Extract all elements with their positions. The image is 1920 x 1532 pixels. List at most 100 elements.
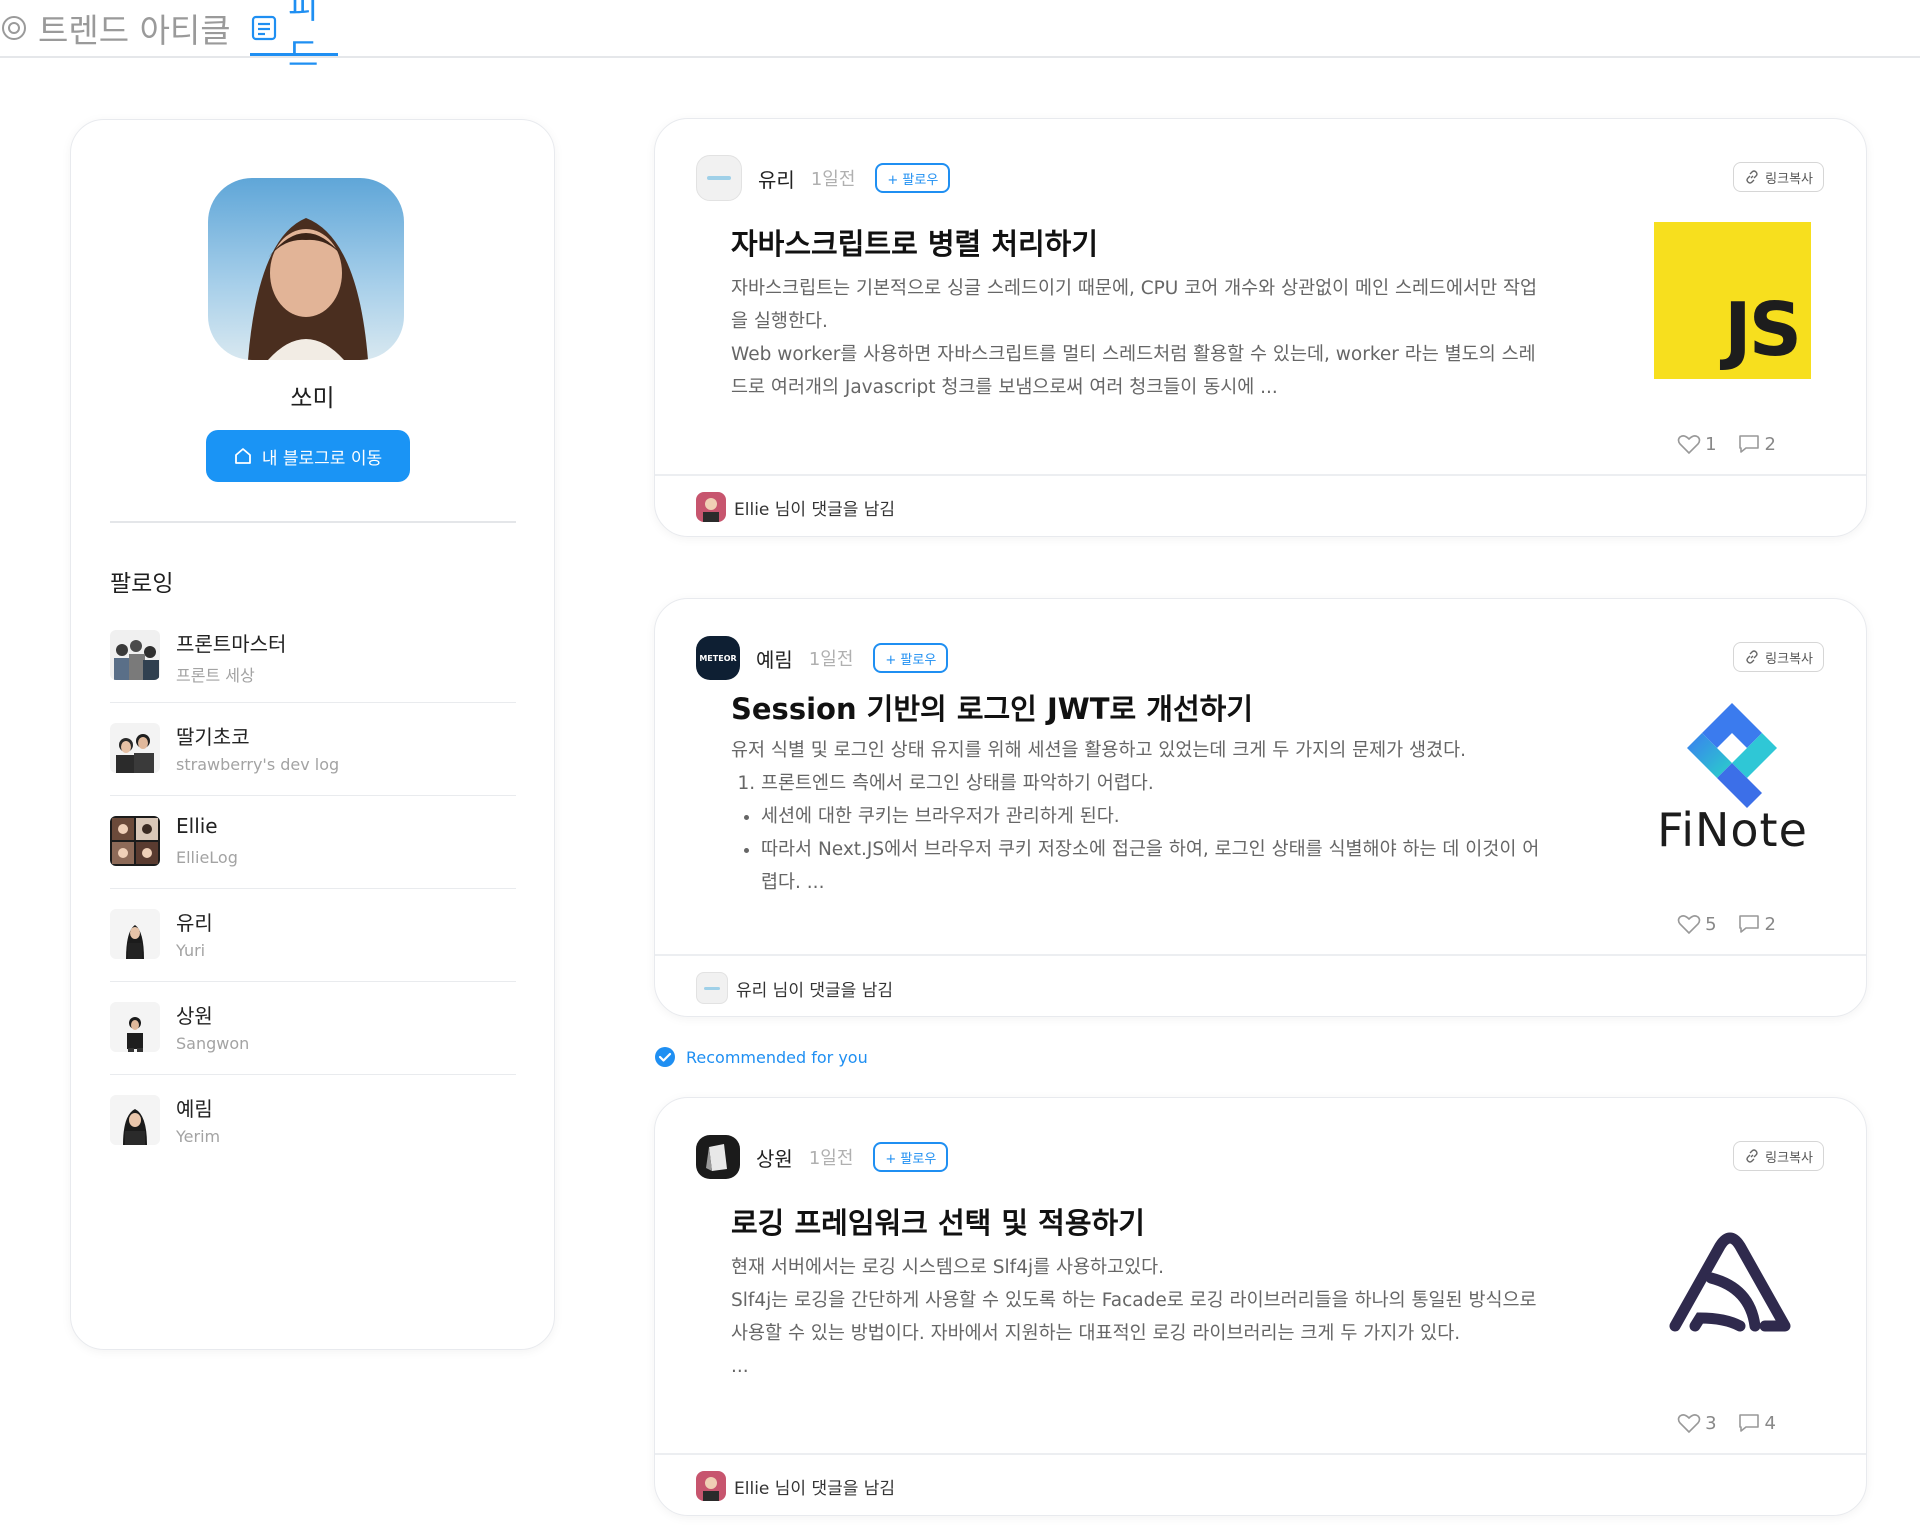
post-divider bbox=[655, 474, 1866, 476]
following-item[interactable]: 프론트마스터 프론트 세상 bbox=[110, 610, 516, 703]
js-logo-text: JS bbox=[1724, 287, 1802, 373]
following-name: 예림 bbox=[176, 1097, 213, 1121]
following-item[interactable]: Ellie EllieLog bbox=[110, 796, 516, 889]
post-activity: Ellie 님이 댓글을 남김 bbox=[696, 492, 895, 522]
comment-count[interactable]: 4 bbox=[1737, 1412, 1776, 1434]
post-title[interactable]: 자바스크립트로 병렬 처리하기 bbox=[731, 221, 1098, 263]
activity-text: Ellie 님이 댓글을 남김 bbox=[734, 1478, 896, 1499]
following-subtitle: Yerim bbox=[176, 1127, 221, 1146]
following-name: 유리 bbox=[176, 911, 213, 935]
author-name[interactable]: 상원 bbox=[756, 1143, 793, 1172]
excerpt-paragraph: 현재 서버에서는 로깅 시스템으로 Slf4j를 사용하고있다. bbox=[731, 1257, 1165, 1278]
post-thumbnail-sentry[interactable] bbox=[1665, 1218, 1795, 1333]
post-thumbnail-finote[interactable]: FiNote bbox=[1640, 699, 1825, 869]
following-subtitle: Yuri bbox=[176, 941, 206, 960]
home-icon bbox=[234, 447, 252, 465]
comment-icon bbox=[1737, 913, 1761, 935]
excerpt-paragraph: ... bbox=[731, 1356, 749, 1377]
link-icon bbox=[1744, 649, 1760, 665]
tab-feed-label: 피드 bbox=[288, 0, 319, 74]
profile-divider bbox=[110, 521, 516, 523]
like-count[interactable]: 3 bbox=[1677, 1412, 1717, 1434]
following-avatar bbox=[110, 1095, 160, 1145]
my-blog-button[interactable]: 내 블로그로 이동 bbox=[206, 430, 410, 482]
following-subtitle: 프론트 세상 bbox=[176, 666, 255, 685]
activity-text: 유리 님이 댓글을 남김 bbox=[736, 980, 893, 1001]
target-icon bbox=[0, 14, 28, 42]
profile-card: 쏘미 내 블로그로 이동 팔로잉 프론트마스터 프론트 세상 딸기초코 stra… bbox=[70, 119, 555, 1350]
comment-icon bbox=[1737, 1412, 1761, 1434]
sentry-logo-icon bbox=[1669, 1232, 1791, 1332]
following-avatar bbox=[110, 816, 160, 866]
copy-link-label: 링크복사 bbox=[1765, 1150, 1813, 1166]
excerpt-paragraph: 유저 식별 및 로그인 상태 유지를 위해 세션을 활용하고 있었는데 크게 두… bbox=[731, 740, 1466, 761]
feed-icon bbox=[250, 14, 278, 42]
finote-logo-icon bbox=[1687, 703, 1777, 808]
heart-icon bbox=[1677, 433, 1701, 455]
follow-button[interactable]: + 팔로우 bbox=[873, 643, 949, 673]
author-avatar[interactable] bbox=[696, 155, 742, 201]
like-count-value: 5 bbox=[1705, 913, 1717, 935]
author-avatar[interactable] bbox=[696, 1135, 740, 1179]
post-divider bbox=[655, 954, 1866, 956]
following-item[interactable]: 유리 Yuri bbox=[110, 889, 516, 982]
following-item[interactable]: 예림 Yerim bbox=[110, 1075, 516, 1167]
heart-icon bbox=[1677, 1412, 1701, 1434]
like-count[interactable]: 1 bbox=[1677, 433, 1717, 455]
excerpt-bullet: 세션에 대한 쿠키는 브라우저가 관리하게 된다. bbox=[761, 800, 1541, 833]
post-header: 상원 1일전 + 팔로우 bbox=[696, 1134, 949, 1180]
comment-count-value: 2 bbox=[1764, 913, 1776, 935]
post-time: 1일전 bbox=[808, 649, 854, 670]
following-avatar bbox=[110, 723, 160, 773]
follow-button[interactable]: + 팔로우 bbox=[873, 1142, 949, 1172]
meteor-avatar-text: METEOR bbox=[699, 653, 737, 663]
link-icon bbox=[1744, 169, 1760, 185]
tab-trend-articles[interactable]: 트렌드 아티클 bbox=[0, 0, 231, 56]
follow-button[interactable]: + 팔로우 bbox=[875, 163, 951, 193]
following-avatar bbox=[110, 909, 160, 959]
like-count-value: 3 bbox=[1705, 1412, 1717, 1434]
recommended-text: Recommended for you bbox=[686, 1047, 868, 1067]
active-tab-indicator bbox=[250, 53, 338, 56]
my-blog-button-label: 내 블로그로 이동 bbox=[261, 448, 383, 469]
following-subtitle: EllieLog bbox=[176, 848, 238, 867]
post-activity: Ellie 님이 댓글을 남김 bbox=[696, 1471, 895, 1501]
post-thumbnail-js[interactable]: JS bbox=[1654, 222, 1811, 379]
post-title[interactable]: 로깅 프레임워크 선택 및 적용하기 bbox=[731, 1200, 1145, 1242]
following-subtitle: Sangwon bbox=[176, 1034, 250, 1053]
like-count[interactable]: 5 bbox=[1677, 913, 1717, 935]
like-count-value: 1 bbox=[1705, 433, 1717, 455]
heart-icon bbox=[1677, 913, 1701, 935]
post-excerpt: 현재 서버에서는 로깅 시스템으로 Slf4j를 사용하고있다. Slf4j는 … bbox=[731, 1251, 1541, 1383]
following-name: 프론트마스터 bbox=[176, 632, 287, 656]
copy-link-label: 링크복사 bbox=[1765, 651, 1813, 667]
copy-link-button[interactable]: 링크복사 bbox=[1733, 1141, 1824, 1171]
post-card[interactable]: 상원 1일전 + 팔로우 링크복사 로깅 프레임워크 선택 및 적용하기 현재 … bbox=[654, 1097, 1867, 1516]
following-avatar bbox=[110, 1002, 160, 1052]
author-avatar[interactable]: METEOR bbox=[696, 636, 740, 680]
post-title[interactable]: Session 기반의 로그인 JWT로 개선하기 bbox=[731, 686, 1253, 728]
post-time: 1일전 bbox=[808, 1148, 854, 1169]
comment-count-value: 2 bbox=[1764, 433, 1776, 455]
author-name[interactable]: 유리 bbox=[758, 164, 795, 193]
following-item[interactable]: 딸기초코 strawberry's dev log bbox=[110, 703, 516, 796]
post-card[interactable]: METEOR 예림 1일전 + 팔로우 링크복사 Session 기반의 로그인… bbox=[654, 598, 1867, 1017]
activity-avatar bbox=[696, 492, 726, 522]
post-excerpt: 유저 식별 및 로그인 상태 유지를 위해 세션을 활용하고 있었는데 크게 두… bbox=[731, 734, 1541, 899]
tab-feed[interactable]: 피드 bbox=[250, 0, 338, 74]
following-title: 팔로잉 bbox=[110, 571, 174, 597]
comment-count[interactable]: 2 bbox=[1737, 913, 1776, 935]
following-name: 딸기초코 bbox=[176, 725, 250, 749]
copy-link-button[interactable]: 링크복사 bbox=[1733, 642, 1824, 672]
copy-link-button[interactable]: 링크복사 bbox=[1733, 162, 1824, 192]
check-circle-icon bbox=[654, 1046, 676, 1068]
following-item[interactable]: 상원 Sangwon bbox=[110, 982, 516, 1075]
excerpt-ordered-item: 프론트엔드 측에서 로그인 상태를 파악하기 어렵다. bbox=[761, 767, 1541, 800]
post-card[interactable]: 유리 1일전 + 팔로우 링크복사 자바스크립트로 병렬 처리하기 자바스크립트… bbox=[654, 118, 1867, 537]
activity-avatar bbox=[696, 972, 728, 1004]
profile-name: 쏘미 bbox=[290, 384, 335, 412]
comment-count[interactable]: 2 bbox=[1737, 433, 1776, 455]
post-header: METEOR 예림 1일전 + 팔로우 bbox=[696, 635, 949, 681]
post-header: 유리 1일전 + 팔로우 bbox=[696, 155, 951, 201]
author-name[interactable]: 예림 bbox=[756, 644, 793, 673]
